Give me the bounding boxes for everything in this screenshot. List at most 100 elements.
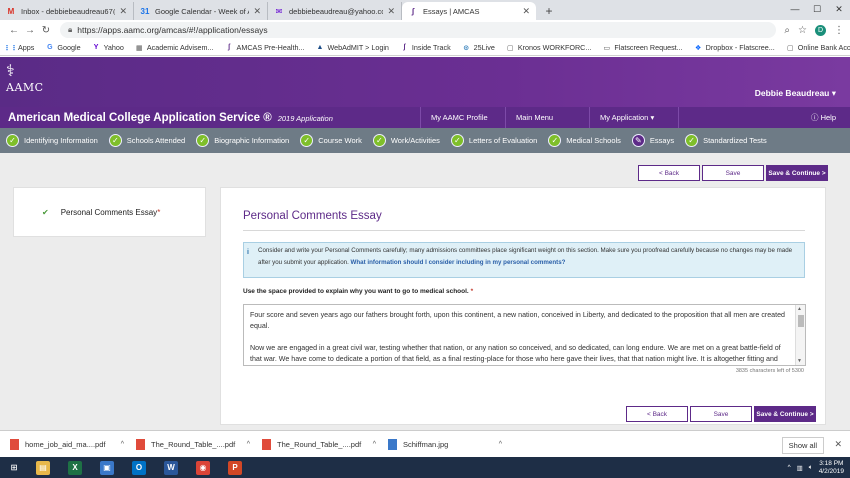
close-downloads-icon[interactable]: ✕: [834, 439, 842, 450]
download-item[interactable]: Schiffman.jpg ^: [388, 438, 514, 450]
bookmark-kronos-workforc[interactable]: ▢ Kronos WORKFORC...: [506, 43, 591, 52]
bookmark-apps[interactable]: ⋮⋮ Apps: [4, 43, 35, 52]
bookmark-yahoo[interactable]: Y Yahoo: [92, 43, 124, 52]
info-link[interactable]: What information should I consider inclu…: [351, 259, 566, 266]
chevron-up-icon[interactable]: ^: [121, 441, 124, 448]
download-item[interactable]: The_Round_Table_....pdf ^: [136, 438, 262, 450]
step-essays[interactable]: ✎ Essays: [631, 134, 675, 147]
close-tab-icon[interactable]: ✕: [253, 6, 261, 17]
content-area: < Back Save Save & Continue > ✔ Personal…: [0, 153, 850, 430]
nav-my-aamc-profile[interactable]: My AAMC Profile: [420, 107, 505, 128]
essay-textarea[interactable]: Four score and seven years ago our fathe…: [243, 304, 806, 366]
save-continue-button-bottom[interactable]: Save & Continue >: [754, 406, 816, 422]
aamc-logo[interactable]: ⚕ AAMC: [6, 63, 44, 95]
check-circle-icon: ✓: [196, 134, 210, 147]
save-button[interactable]: Save: [702, 165, 764, 181]
address-bar: ← → ↻ 🔒︎ https://apps.aamc.org/amcas/#!/…: [0, 20, 850, 40]
browser-tab[interactable]: ✉ debbiebeaudreau@yahoo.com -✕: [268, 2, 402, 20]
bookmark-25live[interactable]: ⊙ 25Live: [462, 43, 495, 52]
chevron-up-icon[interactable]: ^: [247, 441, 250, 448]
bookmark-academic-advisem[interactable]: ▦ Academic Advisem...: [135, 43, 214, 52]
user-menu[interactable]: Debbie Beaudreau ▾: [755, 88, 836, 99]
close-tab-icon[interactable]: ✕: [522, 6, 530, 17]
step-course-work[interactable]: ✓ Course Work: [300, 134, 362, 147]
step-work-activities[interactable]: ✓ Work/Activities: [372, 134, 440, 147]
essay-list-panel: ✔ Personal Comments Essay *: [13, 187, 206, 237]
step-letters-of-evaluation[interactable]: ✓ Letters of Evaluation: [450, 134, 537, 147]
new-tab-button[interactable]: +: [540, 2, 558, 20]
pdf-file-icon: [10, 438, 19, 450]
bookmark-label: Inside Track: [411, 43, 451, 52]
bookmark-icon: ʃ: [227, 44, 231, 51]
gmail-icon: M: [7, 6, 15, 16]
step-biographic-information[interactable]: ✓ Biographic Information: [196, 134, 289, 147]
step-medical-schools[interactable]: ✓ Medical Schools: [548, 134, 621, 147]
back-arrow-icon[interactable]: ←: [6, 25, 22, 36]
close-tab-icon[interactable]: ✕: [387, 6, 395, 17]
minimize-icon[interactable]: —: [784, 0, 806, 18]
chevron-up-icon[interactable]: ^: [499, 441, 502, 448]
step-label: Schools Attended: [126, 136, 186, 145]
bookmark-star-icon[interactable]: ☆: [798, 25, 807, 36]
back-button-bottom[interactable]: < Back: [626, 406, 688, 422]
check-circle-icon: ✓: [548, 134, 562, 147]
download-item[interactable]: The_Round_Table_....pdf ^: [262, 438, 388, 450]
check-circle-icon: ✓: [6, 134, 19, 147]
powerpoint-icon[interactable]: P: [220, 458, 250, 477]
nav-my-application[interactable]: My Application ▾: [589, 107, 679, 128]
help-link[interactable]: ⓘ Help: [811, 112, 850, 123]
browser-tab[interactable]: 31 Google Calendar - Week of April ✕: [134, 2, 268, 20]
menu-kebab-icon[interactable]: ⋮: [834, 25, 844, 36]
download-item[interactable]: home_job_aid_ma....pdf ^: [10, 438, 136, 450]
step-identifying-information[interactable]: ✓ Identifying Information: [6, 134, 98, 147]
essay-paragraph-1: Four score and seven years ago our fathe…: [250, 311, 785, 330]
close-window-icon[interactable]: ✕: [828, 0, 850, 18]
zoom-icon[interactable]: ⌕: [784, 25, 790, 36]
step-standardized-tests[interactable]: ✓ Standardized Tests: [685, 134, 767, 147]
browser-tab[interactable]: ʃ Essays | AMCAS ✕: [402, 2, 536, 20]
bookmark-google[interactable]: G Google: [45, 43, 80, 52]
browser-tab[interactable]: M Inbox - debbiebeaudreau67@gm ✕: [0, 2, 134, 20]
step-label: Essays: [649, 136, 675, 145]
sidebar-item-personal-comments[interactable]: Personal Comments Essay: [61, 208, 157, 217]
forward-arrow-icon[interactable]: →: [22, 25, 38, 36]
chrome-icon[interactable]: ◉: [188, 458, 218, 477]
clock[interactable]: 3:18 PM 4/2/2019: [819, 460, 844, 476]
tray-chevron-icon[interactable]: ^: [788, 464, 791, 471]
profile-avatar[interactable]: D: [815, 24, 826, 36]
top-button-group: < Back Save Save & Continue >: [638, 165, 828, 181]
check-circle-icon: ✓: [372, 134, 386, 147]
bookmark-dropbox-flatscree[interactable]: ❖ Dropbox - Flatscree...: [694, 43, 775, 52]
save-continue-button[interactable]: Save & Continue >: [766, 165, 828, 181]
bookmark-online-bank-accou[interactable]: ▢Online Bank Accou...: [786, 43, 850, 52]
maximize-icon[interactable]: ☐: [806, 0, 828, 18]
windows-start-icon[interactable]: ⊞: [2, 458, 26, 477]
chevron-up-icon[interactable]: ^: [373, 441, 376, 448]
outlook-icon[interactable]: O: [124, 458, 154, 477]
url-field[interactable]: 🔒︎ https://apps.aamc.org/amcas/#!/applic…: [60, 22, 777, 38]
scroll-thumb[interactable]: [798, 315, 804, 327]
bookmark-webadmit-login[interactable]: ▲ WebAdMIT > Login: [315, 43, 388, 52]
save-button-bottom[interactable]: Save: [690, 406, 752, 422]
remote-desktop-icon[interactable]: ▣: [92, 458, 122, 477]
close-tab-icon[interactable]: ✕: [119, 6, 127, 17]
bookmark-inside-track[interactable]: ʃ Inside Track: [400, 43, 451, 52]
back-button[interactable]: < Back: [638, 165, 700, 181]
file-explorer-icon[interactable]: ▤: [28, 458, 58, 477]
bookmark-flatscreen-request[interactable]: ▭ Flatscreen Request...: [602, 43, 683, 52]
excel-icon[interactable]: X: [60, 458, 90, 477]
reload-icon[interactable]: ↻: [38, 25, 54, 36]
scroll-down-icon[interactable]: ▼: [797, 358, 802, 364]
essay-scrollbar[interactable]: ▲ ▼: [795, 305, 805, 365]
scroll-up-icon[interactable]: ▲: [797, 306, 802, 312]
show-all-button[interactable]: Show all: [781, 437, 824, 454]
network-icon[interactable]: ▥: [797, 464, 803, 472]
taskbar-app-glyph: X: [68, 460, 82, 475]
nav-main-menu[interactable]: Main Menu: [505, 107, 589, 128]
bookmark-amcas-pre-health[interactable]: ʃ AMCAS Pre-Health...: [225, 43, 305, 52]
essay-paragraph-2: Now we are engaged in a great civil war,…: [250, 344, 781, 363]
step-schools-attended[interactable]: ✓ Schools Attended: [108, 134, 186, 147]
taskbar-app-glyph: ▣: [100, 460, 114, 475]
word-icon[interactable]: W: [156, 458, 186, 477]
volume-icon[interactable]: 🔈︎: [809, 464, 813, 472]
